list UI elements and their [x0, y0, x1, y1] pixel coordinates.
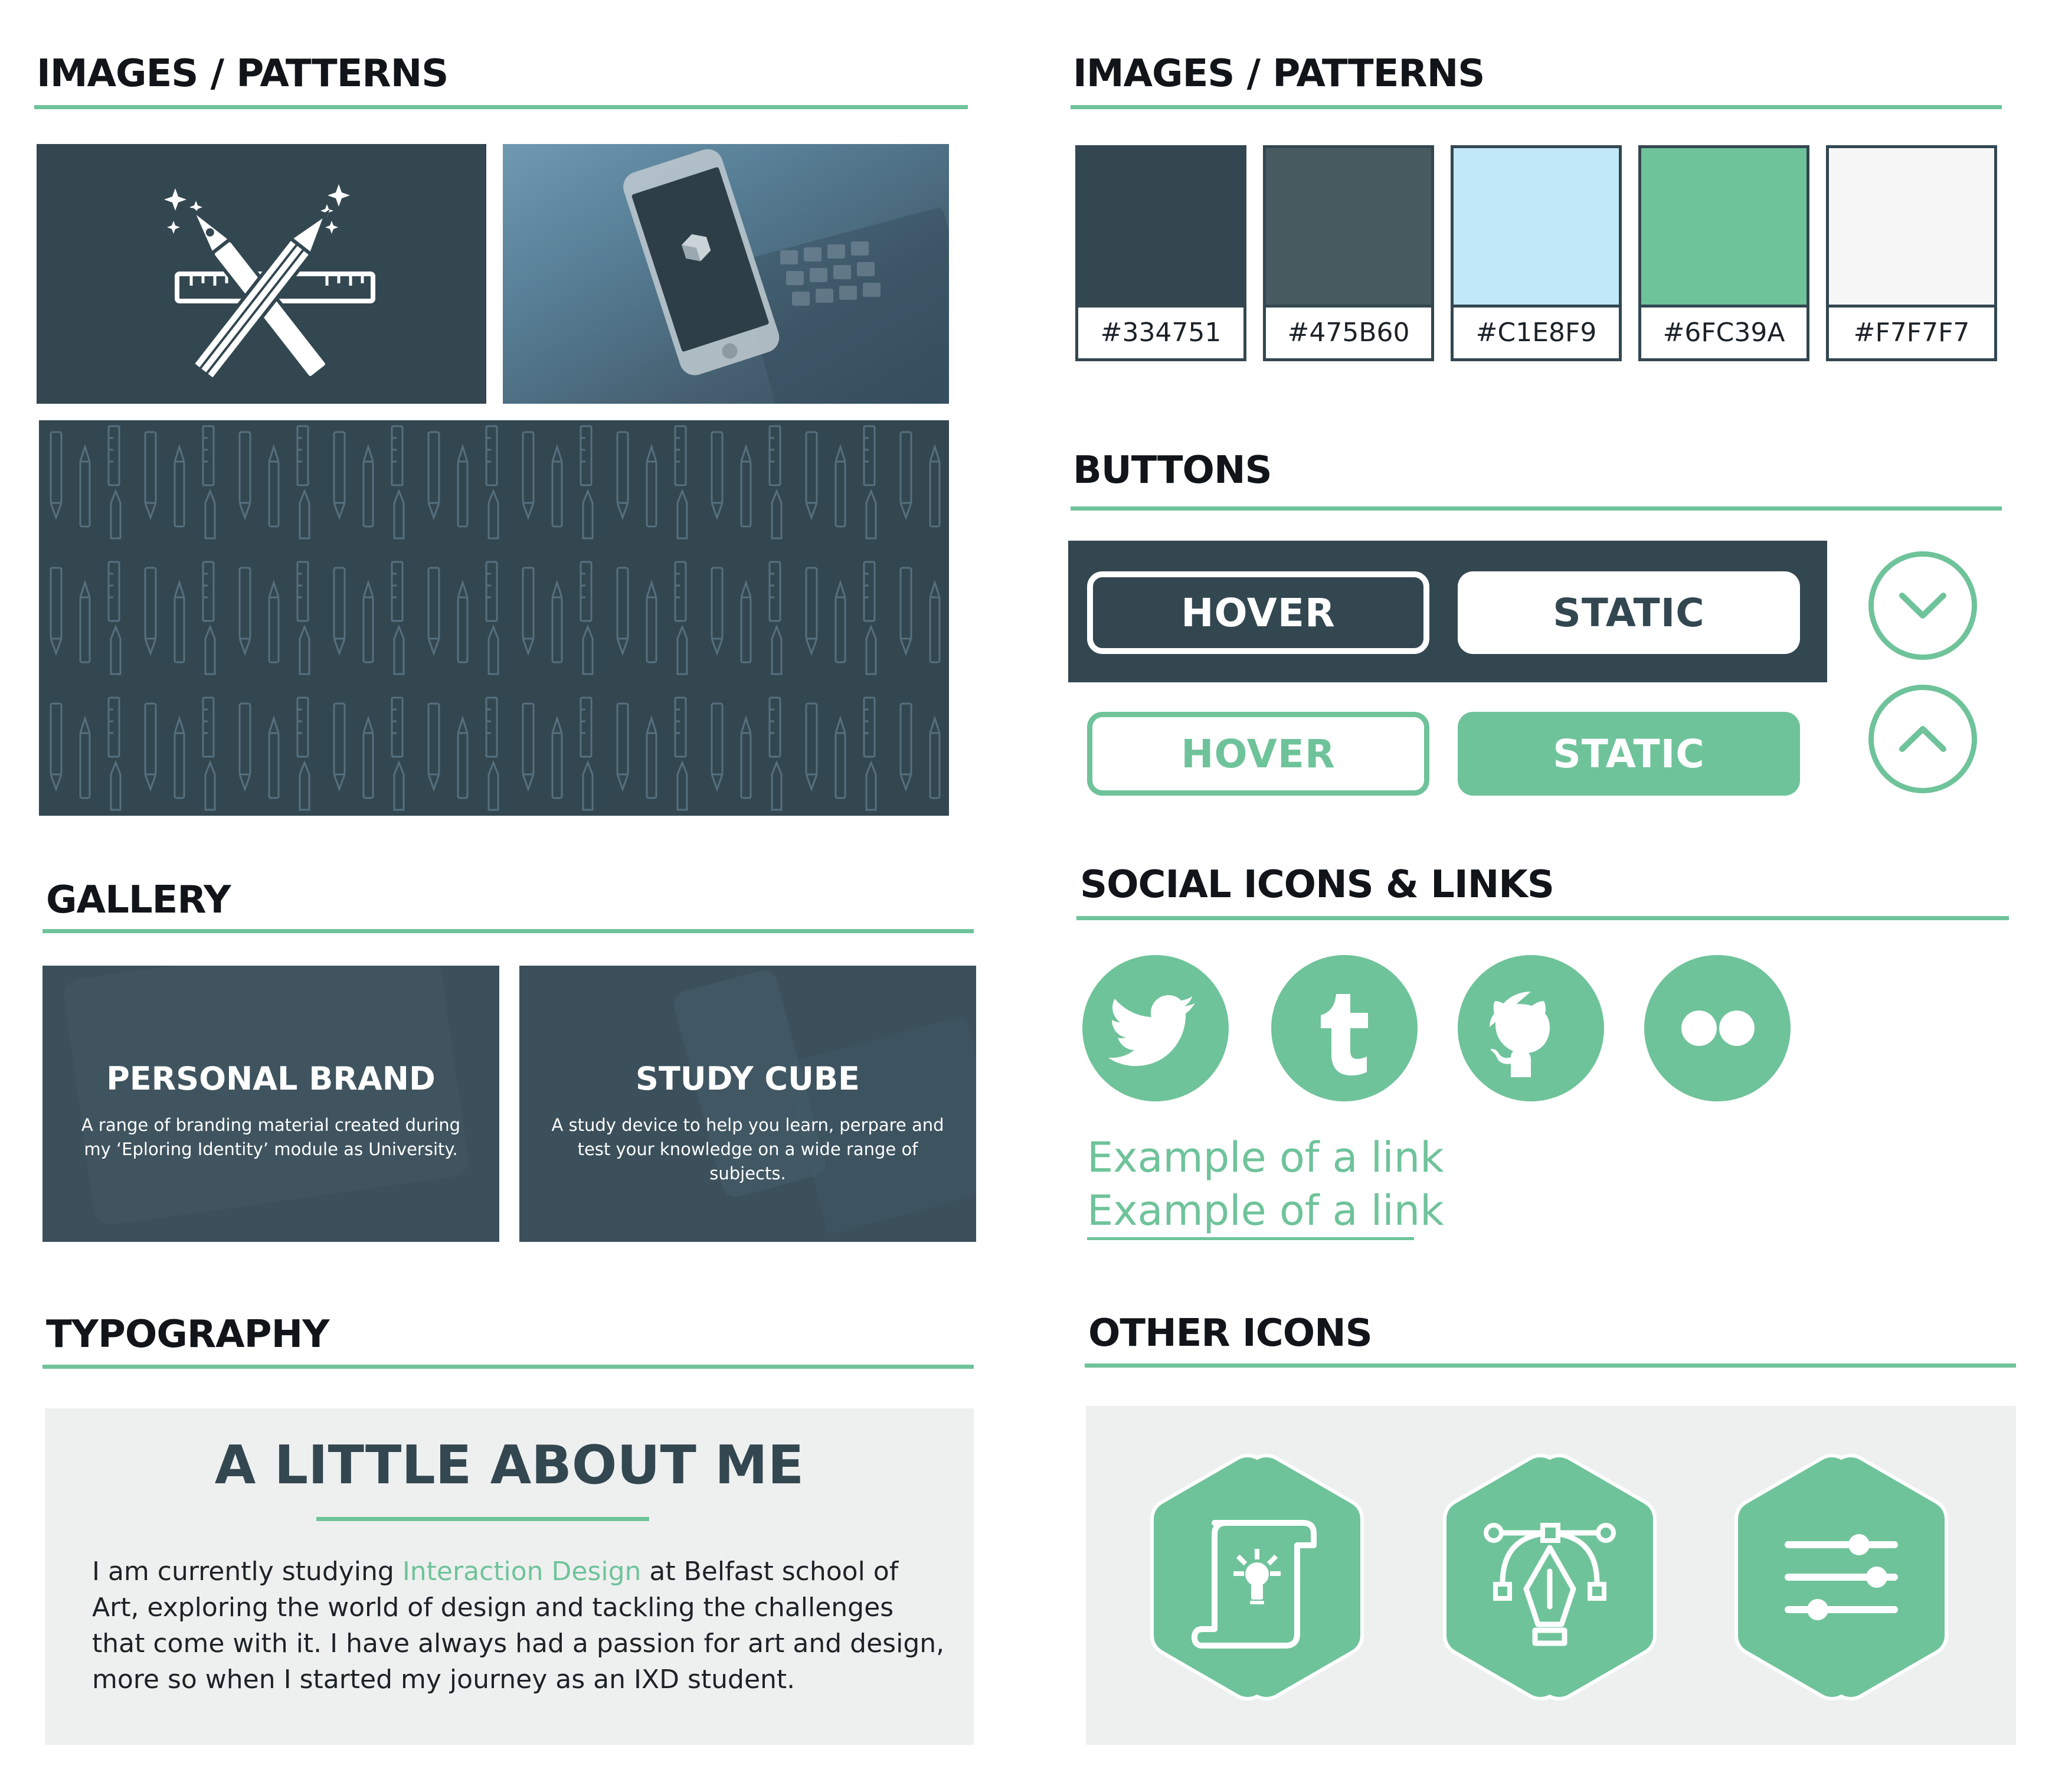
gallery-card-background [42, 966, 499, 1242]
section-rule [34, 105, 968, 109]
description-line: A range of branding material created dur… [81, 1115, 461, 1135]
gallery-card-description: A study device to help you learn, perpar… [543, 1113, 953, 1186]
swatch-code: #334751 [1100, 317, 1222, 348]
swatch-fill [1266, 148, 1431, 308]
static-button-green[interactable]: STATIC [1458, 712, 1800, 796]
section-rule [1071, 506, 2002, 511]
tumblr-button[interactable] [1271, 955, 1418, 1101]
gallery-card-background [519, 966, 976, 1242]
about-text-highlight: Interaction Design [402, 1556, 642, 1587]
sliders-icon [1734, 1454, 1948, 1701]
section-rule [1085, 1363, 2016, 1368]
scroll-lightbulb-icon [1150, 1454, 1364, 1701]
example-link-underlined[interactable]: Example of a link [1087, 1186, 1444, 1235]
gallery-card-title: PERSONAL BRAND [106, 1060, 436, 1097]
twitter-icon [1108, 995, 1194, 1066]
color-swatch: #6FC39A [1638, 145, 1809, 361]
about-me-card: A LITTLE ABOUT ME I am currently studyin… [45, 1408, 974, 1745]
github-icon [1490, 992, 1550, 1077]
color-swatch: #334751 [1075, 145, 1246, 361]
swatch-code: #C1E8F9 [1475, 317, 1597, 348]
other-icons-panel [1086, 1406, 2016, 1745]
gallery-card-study-cube[interactable]: STUDY CUBE A study device to help you le… [519, 966, 976, 1242]
description-line: test your knowledge on a wide range of s… [577, 1139, 918, 1183]
section-title-gallery: GALLERY [46, 878, 231, 922]
swatch-code: #F7F7F7 [1853, 317, 1970, 348]
swatch-code: #475B60 [1287, 317, 1410, 348]
pencil-pattern-icon [39, 420, 949, 816]
section-title-other-icons: OTHER ICONS [1088, 1312, 1373, 1355]
twitter-button[interactable] [1082, 955, 1229, 1101]
hero-image-panel [37, 144, 486, 404]
tumblr-icon [1321, 994, 1368, 1075]
github-button[interactable] [1458, 955, 1604, 1101]
hover-button-dark[interactable]: HOVER [1087, 571, 1429, 654]
scroll-up-button[interactable] [1868, 685, 1977, 793]
gallery-card-personal-brand[interactable]: PERSONAL BRAND A range of branding mater… [42, 966, 499, 1242]
section-title-buttons: BUTTONS [1073, 449, 1272, 492]
static-button-dark[interactable]: STATIC [1458, 571, 1800, 654]
section-title-images-patterns-right: IMAGES / PATTERNS [1073, 52, 1485, 96]
swatch-code: #6FC39A [1662, 317, 1785, 348]
section-title-images-patterns-left: IMAGES / PATTERNS [37, 52, 449, 96]
description-line: my ‘Eploring Identity’ module as Univers… [84, 1139, 458, 1159]
description-line: A study device to help you learn, perpar… [551, 1115, 944, 1135]
section-title-social: SOCIAL ICONS & LINKS [1080, 863, 1554, 907]
chevron-up-icon [1899, 726, 1946, 752]
vector-pen-icon [1443, 1454, 1657, 1701]
swatch-fill [1641, 148, 1806, 308]
flickr-button[interactable] [1644, 955, 1791, 1101]
section-rule [42, 1365, 974, 1369]
pen-pencil-ruler-icon [164, 184, 375, 381]
about-title: A LITTLE ABOUT ME [214, 1434, 804, 1496]
color-swatch: #475B60 [1263, 145, 1434, 361]
chevron-down-icon [1899, 593, 1946, 619]
pattern-panel [39, 420, 949, 816]
section-rule [42, 929, 974, 933]
gallery-card-title: STUDY CUBE [636, 1060, 860, 1097]
color-swatch: #C1E8F9 [1451, 145, 1622, 361]
phone-keyboard-illustration [623, 149, 949, 404]
section-title-typography: TYPOGRAPHY [46, 1313, 329, 1356]
link-underline [1087, 1237, 1414, 1240]
section-rule [1071, 105, 2002, 109]
hover-button-green[interactable]: HOVER [1087, 712, 1429, 796]
swatch-fill [1829, 148, 1994, 308]
color-swatch: #F7F7F7 [1826, 145, 1997, 361]
example-link[interactable]: Example of a link [1087, 1133, 1444, 1182]
about-text-part: I am currently studying [92, 1556, 402, 1587]
section-rule [1076, 916, 2009, 920]
swatch-fill [1078, 148, 1243, 308]
about-title-rule [316, 1517, 649, 1521]
gallery-card-description: A range of branding material created dur… [66, 1113, 476, 1162]
about-paragraph: I am currently studying Interaction Desi… [92, 1554, 948, 1698]
flickr-icon [1681, 1011, 1755, 1046]
swatch-fill [1454, 148, 1619, 308]
scroll-down-button[interactable] [1868, 551, 1977, 660]
hero-photo-phone [503, 144, 949, 404]
